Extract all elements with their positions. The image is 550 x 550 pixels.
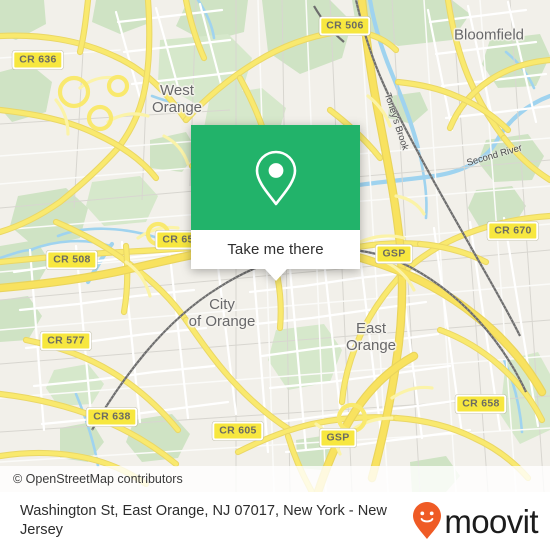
road-shield: CR 605 [212, 421, 264, 441]
location-popup[interactable]: Take me there [191, 125, 360, 281]
popup-image [191, 125, 360, 230]
map-pin-icon [255, 150, 296, 205]
osm-attribution-text: © OpenStreetMap contributors [13, 472, 183, 486]
road-shield: CR 670 [487, 221, 539, 241]
road-shield: CR 658 [455, 394, 507, 414]
popup-pointer [264, 269, 287, 281]
moovit-brand[interactable]: moovit [412, 501, 539, 541]
road-shield: CR 636 [12, 50, 64, 70]
road-shield: CR 508 [46, 250, 98, 270]
road-shield: CR 577 [40, 331, 92, 351]
road-shield: GSP [319, 428, 357, 448]
location-title: Washington St, East Orange, NJ 07017, Ne… [20, 503, 387, 538]
app-root: .pk { fill:#cfe3c4; } .pk2 { fill:#d6e8c… [0, 0, 550, 550]
map-canvas[interactable]: .pk { fill:#cfe3c4; } .pk2 { fill:#d6e8c… [0, 0, 550, 492]
moovit-wordmark: moovit [444, 502, 538, 540]
moovit-smiley-pin-icon [413, 502, 442, 539]
road-shield: CR 638 [86, 407, 138, 427]
osm-attribution-bar: © OpenStreetMap contributors [0, 466, 550, 492]
road-shield: GSP [375, 244, 413, 264]
road-shield: CR 506 [319, 16, 371, 36]
bottom-bar: Washington St, East Orange, NJ 07017, Ne… [0, 492, 550, 550]
take-me-there-label: Take me there [227, 241, 324, 258]
take-me-there-button[interactable]: Take me there [191, 230, 360, 281]
